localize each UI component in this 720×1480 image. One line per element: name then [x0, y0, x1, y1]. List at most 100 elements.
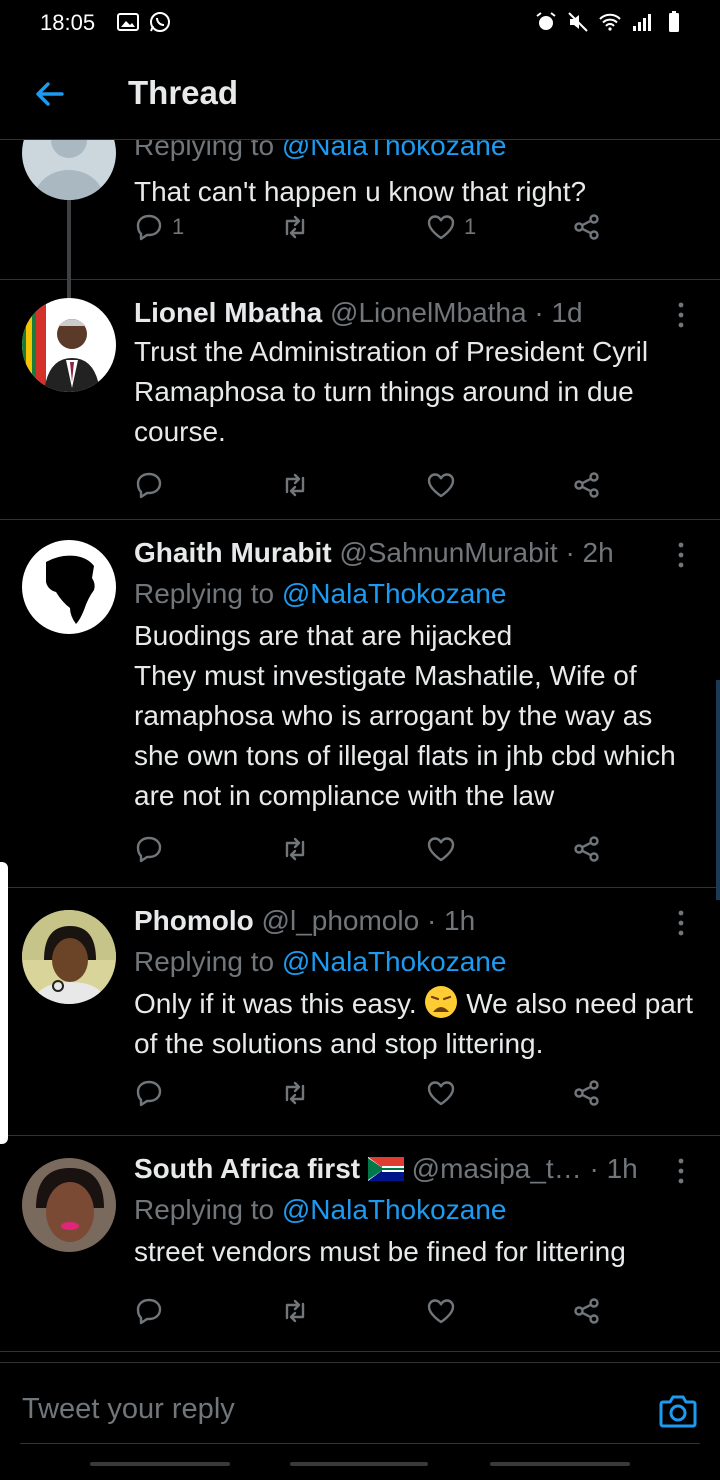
tweet-header: South Africa first @masipa_t… · 1h — [134, 1152, 700, 1186]
like-button[interactable]: 1 — [426, 210, 476, 244]
reply-button[interactable] — [134, 1294, 164, 1328]
mention-link[interactable]: @NalaThokozane — [282, 578, 507, 609]
heart-icon — [427, 837, 455, 862]
mention-link[interactable]: @NalaThokozane — [282, 1194, 507, 1225]
reply-button[interactable]: 1 — [134, 210, 184, 244]
tweet-text: Buodings are that are hijacked They must… — [134, 620, 676, 811]
tweet-header: Phomolo @l_phomolo · 1h — [134, 904, 700, 938]
share-icon — [574, 1298, 599, 1324]
author-name[interactable]: Lionel Mbatha — [134, 297, 322, 328]
share-icon — [574, 214, 599, 240]
share-icon — [574, 836, 599, 862]
author-name[interactable]: Phomolo — [134, 905, 254, 936]
tweet-header: Ghaith Murabit @SahnunMurabit · 2h — [134, 536, 700, 570]
tweet-text: street vendors must be fined for litteri… — [134, 1236, 626, 1267]
mute-icon — [568, 12, 588, 32]
weary-face-emoji-icon — [425, 986, 458, 1018]
like-button[interactable] — [426, 1294, 456, 1328]
south-africa-flag-icon — [367, 1157, 404, 1181]
author-handle[interactable]: @l_phomolo — [262, 905, 420, 936]
more-options-icon[interactable] — [676, 540, 686, 570]
status-bar: 18:05 — [0, 0, 720, 44]
whatsapp-notification-icon — [150, 12, 170, 32]
thread-header: Thread — [0, 44, 720, 140]
tweet-text: That can't happen u know that right? — [134, 176, 587, 207]
reply-icon — [136, 1080, 162, 1107]
avatar-default[interactable] — [22, 140, 116, 200]
avatar-lionel[interactable] — [22, 298, 116, 392]
like-button[interactable] — [426, 832, 456, 866]
share-button[interactable] — [572, 210, 602, 244]
author-handle[interactable]: @masipa_t… — [412, 1153, 582, 1184]
thread-feed[interactable]: Replying to @NalaThokozane That can't ha… — [0, 140, 720, 1362]
nav-recents[interactable] — [90, 1462, 230, 1466]
retweet-icon — [285, 837, 305, 861]
back-arrow-icon[interactable] — [28, 72, 72, 116]
author-handle[interactable]: @LionelMbatha — [330, 297, 527, 328]
edge-panel-handle[interactable] — [0, 862, 8, 1144]
like-button[interactable] — [426, 1076, 456, 1110]
reply-button[interactable] — [134, 832, 164, 866]
gallery-notification-icon — [117, 13, 139, 31]
reply-icon — [136, 1298, 162, 1325]
retweet-icon — [285, 215, 305, 239]
retweet-icon — [285, 473, 305, 497]
more-options-icon[interactable] — [676, 1156, 686, 1186]
tweet-time: · 1d — [534, 297, 583, 328]
like-button[interactable] — [426, 468, 456, 502]
reply-count: 1 — [172, 214, 185, 239]
more-options-icon[interactable] — [676, 908, 686, 938]
mention-link[interactable]: @NalaThokozane — [282, 140, 507, 161]
replying-to: Replying to @NalaThokozane — [134, 946, 507, 977]
reply-icon — [136, 214, 162, 241]
share-button[interactable] — [572, 1076, 602, 1110]
nav-home[interactable] — [290, 1462, 428, 1466]
retweet-icon — [285, 1081, 305, 1105]
nav-back[interactable] — [490, 1462, 630, 1466]
tweet-item[interactable]: Lionel Mbatha @LionelMbatha · 1d Trust t… — [0, 280, 720, 520]
share-button[interactable] — [572, 1294, 602, 1328]
tweet-time: · 1h — [426, 905, 476, 936]
divider — [20, 1443, 700, 1444]
tweet-item[interactable]: Ghaith Murabit @SahnunMurabit · 2h Reply… — [0, 520, 720, 888]
retweet-button[interactable] — [280, 210, 310, 244]
replying-to: Replying to @NalaThokozane — [134, 1194, 507, 1225]
author-name[interactable]: South Africa first — [134, 1153, 360, 1184]
avatar-phomolo[interactable] — [22, 910, 116, 1004]
heart-icon — [427, 473, 455, 498]
tweet-item[interactable]: South Africa first @masipa_t… · 1h Reply… — [0, 1136, 720, 1352]
reply-button[interactable] — [134, 468, 164, 502]
status-time: 18:05 — [40, 10, 96, 35]
battery-icon — [669, 11, 679, 32]
tweet-item[interactable]: Phomolo @l_phomolo · 1h Replying to @Nal… — [0, 888, 720, 1136]
author-name[interactable]: Ghaith Murabit — [134, 537, 332, 568]
retweet-button[interactable] — [280, 1294, 310, 1328]
reply-button[interactable] — [134, 1076, 164, 1110]
camera-icon[interactable] — [658, 1393, 698, 1429]
page-title: Thread — [128, 74, 239, 111]
tweet-header: Lionel Mbatha @LionelMbatha · 1d — [134, 296, 700, 330]
scrollbar-thumb[interactable] — [716, 680, 720, 900]
retweet-button[interactable] — [280, 468, 310, 502]
signal-icon — [633, 14, 651, 31]
reply-icon — [136, 836, 162, 863]
more-options-icon[interactable] — [676, 300, 686, 330]
avatar-south-africa-first[interactable] — [22, 1158, 116, 1252]
author-handle[interactable]: @SahnunMurabit — [339, 537, 557, 568]
reply-icon — [136, 472, 162, 499]
share-button[interactable] — [572, 468, 602, 502]
replying-to: Replying to @NalaThokozane — [134, 140, 700, 164]
tweet-item[interactable]: Replying to @NalaThokozane That can't ha… — [0, 140, 720, 300]
wifi-icon — [599, 13, 621, 31]
mention-link[interactable]: @NalaThokozane — [282, 946, 507, 977]
share-button[interactable] — [572, 832, 602, 866]
heart-icon — [427, 1081, 455, 1106]
share-icon — [574, 1080, 599, 1106]
tweet-text: Trust the Administration of President Cy… — [134, 336, 649, 447]
replying-to: Replying to @NalaThokozane — [134, 578, 507, 609]
retweet-button[interactable] — [280, 1076, 310, 1110]
avatar-ghaith[interactable] — [22, 540, 116, 634]
reply-input[interactable]: Tweet your reply — [22, 1393, 235, 1426]
reply-composer: Tweet your reply — [0, 1362, 720, 1480]
retweet-button[interactable] — [280, 832, 310, 866]
